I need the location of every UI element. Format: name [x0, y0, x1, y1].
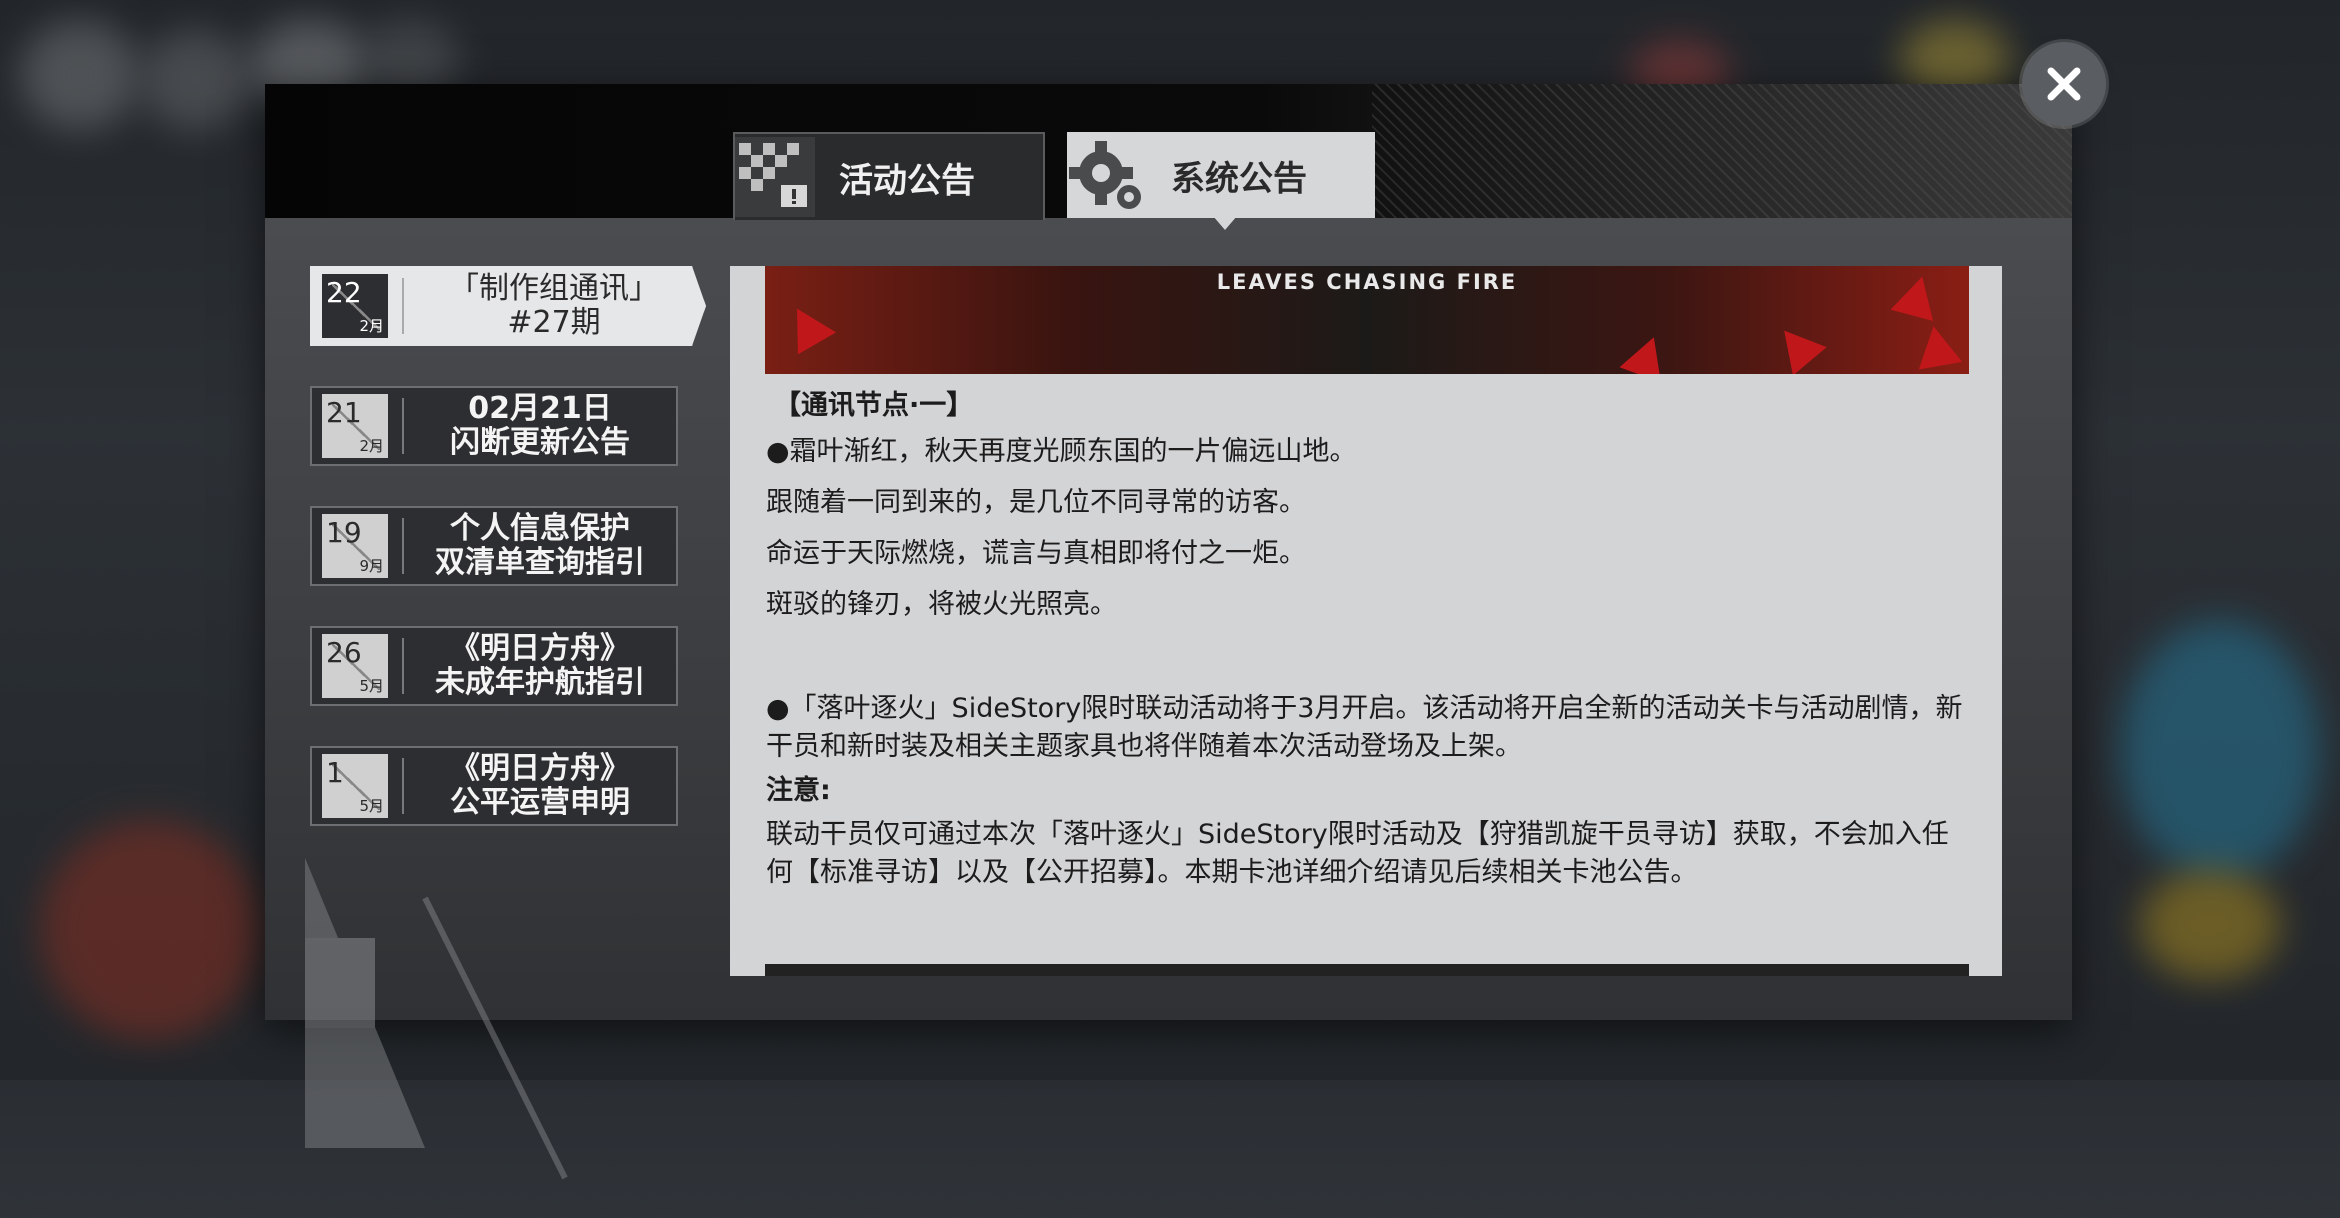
- date-day: 1: [326, 756, 344, 789]
- article-line-2: 跟随着一同到来的，是几位不同寻常的访客。: [766, 487, 1306, 518]
- announcement-item-5[interactable]: 1 5月 《明日方舟》 公平运营申明: [310, 746, 678, 826]
- article-line-3: 命运于天际燃烧，谎言与真相即将付之一炬。: [766, 538, 1306, 569]
- title-line-1: 《明日方舟》: [450, 631, 630, 666]
- date-day: 26: [326, 636, 362, 669]
- date-month: 2月: [359, 437, 384, 455]
- date-badge: 1 5月: [322, 754, 388, 818]
- title-line-1: 「制作组通讯」: [449, 271, 659, 306]
- close-icon: [2047, 67, 2081, 101]
- title-line-1: 个人信息保护: [450, 511, 630, 546]
- date-badge: 19 9月: [322, 514, 388, 578]
- announcement-item-1[interactable]: 22 2月 「制作组通讯」 #27期: [310, 266, 706, 346]
- active-tab-indicator: [1213, 216, 1237, 230]
- title-line-2: 闪断更新公告: [450, 425, 630, 460]
- announcement-content[interactable]: LEAVES CHASING FIRE 【通讯节点·一】 ●霜叶渐红，秋天再度光…: [730, 266, 2002, 976]
- date-badge: 22 2月: [322, 274, 388, 338]
- tab-activity-announcements[interactable]: 活动公告: [733, 132, 1045, 220]
- gear-icon: [1069, 141, 1141, 209]
- announcement-title: 02月21日 闪断更新公告: [404, 392, 676, 460]
- event-paragraph: ●「落叶逐火」SideStory限时联动活动将于3月开启。该活动将开启全新的活动…: [766, 693, 1963, 762]
- date-month: 5月: [359, 797, 384, 815]
- event-banner: LEAVES CHASING FIRE: [765, 266, 1969, 374]
- article-body: 【通讯节点·一】 ●霜叶渐红，秋天再度光顾东国的一片偏远山地。 跟随着一同到来的…: [766, 386, 1966, 892]
- announcement-item-3[interactable]: 19 9月 个人信息保护 双清单查询指引: [310, 506, 678, 586]
- article-line-1: ●霜叶渐红，秋天再度光顾东国的一片偏远山地。: [766, 436, 1357, 467]
- announcement-item-4[interactable]: 26 5月 《明日方舟》 未成年护航指引: [310, 626, 678, 706]
- tab-system-announcements[interactable]: 系统公告: [1067, 132, 1375, 218]
- tab-activity-label: 活动公告: [839, 160, 975, 201]
- announcement-item-2[interactable]: 21 2月 02月21日 闪断更新公告: [310, 386, 678, 466]
- close-button[interactable]: [2022, 42, 2106, 126]
- announcement-title: 《明日方舟》 公平运营申明: [404, 752, 676, 820]
- date-month: 9月: [359, 557, 384, 575]
- tab-system-label: 系统公告: [1171, 158, 1307, 199]
- date-month: 2月: [359, 317, 384, 335]
- announcement-title: 「制作组通讯」 #27期: [404, 272, 704, 340]
- checkered-flag-icon: [735, 137, 815, 217]
- article-line-4: 斑驳的锋刃，将被火光照亮。: [766, 589, 1117, 620]
- date-badge: 21 2月: [322, 394, 388, 458]
- title-line-2: 未成年护航指引: [435, 665, 645, 700]
- announcement-title: 个人信息保护 双清单查询指引: [404, 512, 676, 580]
- date-badge: 26 5月: [322, 634, 388, 698]
- title-line-2: 公平运营申明: [450, 785, 630, 820]
- announcement-dialog: 活动公告 系统公告 22 2月 「制作组通讯」 #27期 21 2月 02月21…: [265, 84, 2072, 1180]
- announcement-title: 《明日方舟》 未成年护航指引: [404, 632, 676, 700]
- next-image-strip: [765, 964, 1969, 976]
- title-line-2: 双清单查询指引: [435, 545, 645, 580]
- rhodes-island-logo: [305, 858, 568, 1180]
- date-day: 22: [326, 276, 362, 309]
- article-heading: 【通讯节点·一】: [774, 390, 974, 421]
- note-paragraph: 联动干员仅可通过本次「落叶逐火」SideStory限时活动及【狩猎凯旋干员寻访】…: [766, 819, 1949, 888]
- note-label: 注意:: [766, 775, 831, 806]
- title-line-1: 《明日方舟》: [450, 751, 630, 786]
- date-day: 21: [326, 396, 362, 429]
- title-line-2: #27期: [507, 305, 601, 340]
- banner-title: LEAVES CHASING FIRE: [1216, 270, 1518, 294]
- date-day: 19: [326, 516, 362, 549]
- date-month: 5月: [359, 677, 384, 695]
- title-line-1: 02月21日: [468, 391, 612, 426]
